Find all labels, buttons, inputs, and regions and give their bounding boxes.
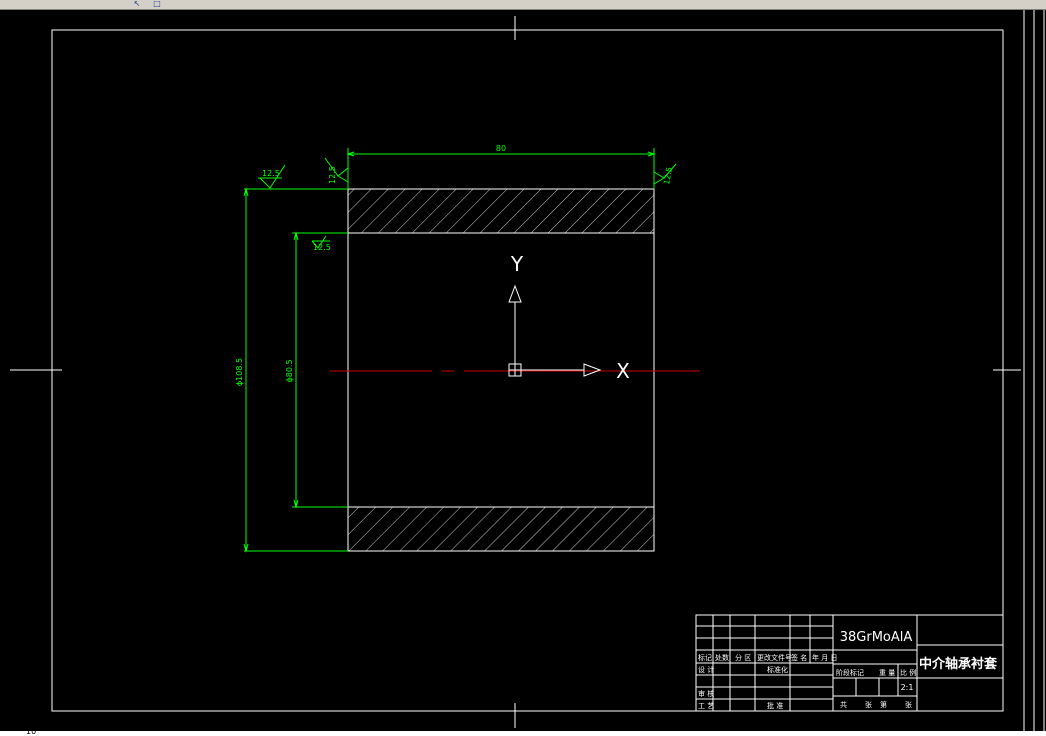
coord-hint: 10 bbox=[26, 731, 37, 736]
svg-text:设 计: 设 计 bbox=[698, 665, 714, 674]
ucs-y-label: Y bbox=[510, 252, 524, 276]
svg-text:第: 第 bbox=[880, 700, 887, 709]
zoom-tool-icon[interactable]: □ bbox=[150, 0, 164, 8]
svg-text:张: 张 bbox=[865, 700, 872, 709]
svg-text:年 月 日: 年 月 日 bbox=[812, 653, 837, 662]
scale-text: 2:1 bbox=[901, 683, 914, 692]
svg-text:张: 张 bbox=[905, 700, 912, 709]
svg-text:分 区: 分 区 bbox=[735, 653, 751, 662]
svg-text:重 量: 重 量 bbox=[879, 669, 895, 677]
dim-inner-dia-text: ϕ80.5 bbox=[285, 359, 294, 382]
svg-text:标记: 标记 bbox=[698, 653, 712, 662]
svg-text:阶段标记: 阶段标记 bbox=[836, 668, 864, 677]
ucs-icon bbox=[508, 284, 602, 377]
dim-length-text: 80 bbox=[496, 144, 506, 153]
part-name-text: 中介轴承衬套 bbox=[919, 656, 998, 672]
svg-text:处数: 处数 bbox=[715, 653, 729, 662]
rough-inner-text: 12.5 bbox=[313, 243, 331, 252]
vertical-scrollbar[interactable] bbox=[1022, 10, 1046, 731]
part-section bbox=[347, 188, 655, 552]
svg-text:签 名: 签 名 bbox=[791, 653, 807, 662]
dimension-inner-dia bbox=[292, 231, 348, 509]
svg-text:共: 共 bbox=[840, 700, 847, 709]
rough-right-text: 12.5 bbox=[662, 166, 674, 185]
svg-text:工 艺: 工 艺 bbox=[698, 702, 714, 710]
material-text: 38GrMoAlA bbox=[840, 630, 913, 645]
dim-outer-dia-text: ϕ108.5 bbox=[235, 358, 244, 386]
rough-left-text: 12.5 bbox=[262, 169, 280, 178]
command-line[interactable]: 10 bbox=[0, 731, 1046, 736]
svg-text:更改文件号: 更改文件号 bbox=[757, 653, 792, 662]
svg-text:标准化: 标准化 bbox=[767, 665, 788, 674]
svg-text:比 例: 比 例 bbox=[900, 668, 916, 677]
svg-text:审 核: 审 核 bbox=[698, 689, 714, 698]
toolbar: ↖ □ bbox=[0, 0, 1046, 10]
title-block-text: 38GrMoAlA 中介轴承衬套 2:1 标记 处数 分 区 更改文件号 签 名… bbox=[698, 630, 998, 710]
rough-top-text: 12.5 bbox=[328, 166, 337, 184]
dimension-length bbox=[346, 148, 656, 189]
drawing-canvas[interactable]: 80 ϕ108.5 ϕ80.5 12.5 12.5 12.5 12.5 Y X … bbox=[0, 10, 1022, 731]
svg-text:批 准: 批 准 bbox=[767, 701, 783, 710]
ucs-x-label: X bbox=[616, 359, 630, 383]
arrow-tool-icon[interactable]: ↖ bbox=[130, 0, 144, 8]
